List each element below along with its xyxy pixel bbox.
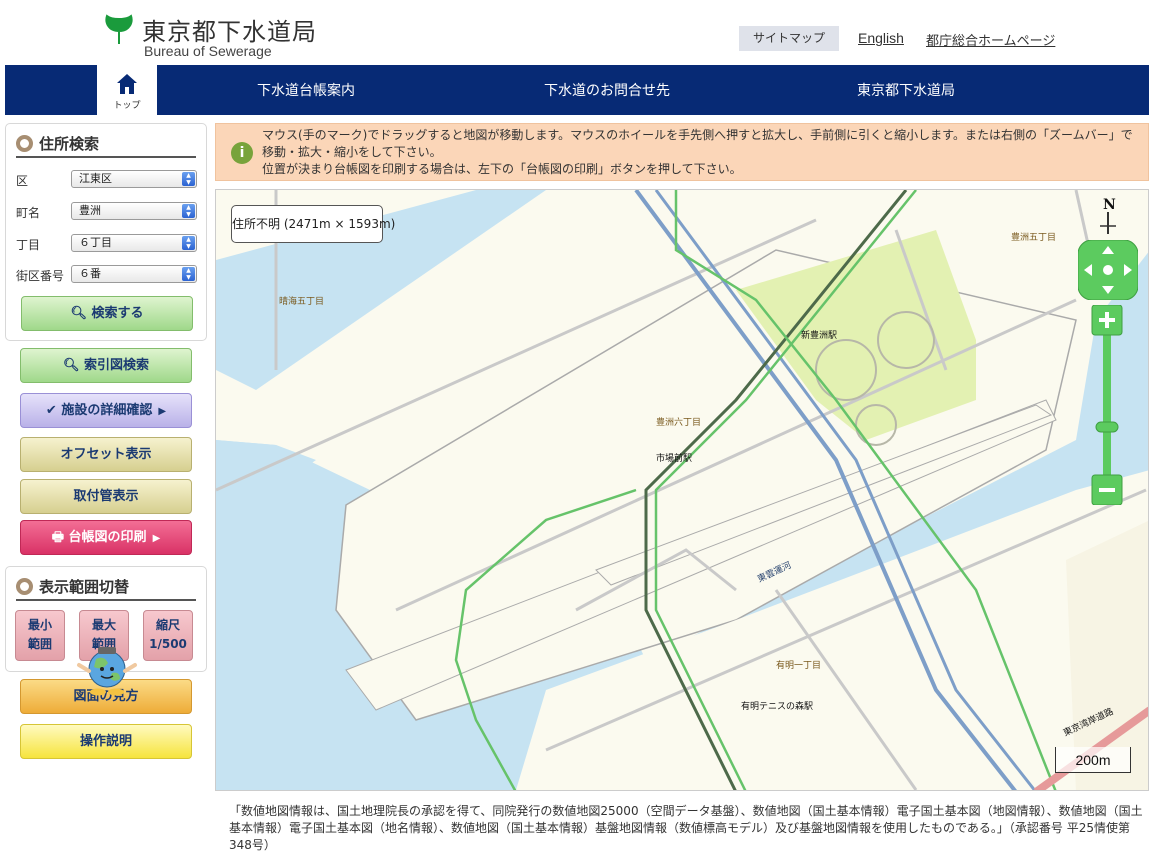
search-button[interactable]: 🔍︎ 検索する bbox=[21, 296, 193, 331]
nav-item-bureau[interactable]: 東京都下水道局 bbox=[857, 80, 955, 100]
attached-pipe-button[interactable]: 取付管表示 bbox=[20, 479, 192, 514]
compass-icon: N bbox=[1100, 197, 1116, 234]
info-line-2: 位置が決まり台帳図を印刷する場合は、左下の「台帳図の印刷」ボタンを押して下さい。 bbox=[262, 162, 742, 176]
facility-detail-button[interactable]: ✔ 施設の詳細確認 ▶ bbox=[20, 393, 192, 428]
map-label-harumi5: 晴海五丁目 bbox=[279, 297, 325, 307]
map-credit-note: 「数値地図情報は、国土地理院長の承認を得て、同院発行の数値地図25000（空間デ… bbox=[229, 804, 1143, 852]
pan-control[interactable] bbox=[1078, 240, 1138, 300]
scale-500-button[interactable]: 縮尺 1/500 bbox=[143, 610, 193, 661]
global-nav: トップ 下水道台帳案内 下水道のお問合せ先 東京都下水道局 bbox=[5, 65, 1149, 115]
chome-label: 丁目 bbox=[16, 238, 41, 252]
select-arrows-icon: ▲ ▼ bbox=[182, 267, 195, 281]
triangle-right-icon: ▶ bbox=[152, 533, 161, 544]
info-icon: i bbox=[231, 142, 253, 164]
select-arrows-icon: ▲ ▼ bbox=[182, 236, 195, 250]
town-select[interactable]: 豊洲 ▲ ▼ bbox=[71, 202, 197, 220]
english-link[interactable]: English bbox=[858, 30, 904, 46]
map-viewport[interactable]: 住所不明 (2471m × 1593m) 晴海五丁目 豊洲五丁目 新豊洲駅 豊洲… bbox=[215, 189, 1149, 791]
chome-select[interactable]: ６丁目 ▲ ▼ bbox=[71, 234, 197, 252]
index-search-button[interactable]: 🔍︎ 索引図検索 bbox=[20, 348, 192, 383]
print-ledger-button[interactable]: 🖶 台帳図の印刷 ▶ bbox=[20, 520, 192, 555]
info-message: i マウス(手のマーク)でドラッグすると地図が移動します。マウスのホイールを手先… bbox=[215, 123, 1149, 181]
nav-item-contact[interactable]: 下水道のお問合せ先 bbox=[544, 80, 670, 100]
town-label: 町名 bbox=[16, 206, 41, 220]
home-icon bbox=[117, 74, 137, 94]
block-select[interactable]: ６番 ▲ ▼ bbox=[71, 265, 197, 283]
sitemap-button[interactable]: サイトマップ bbox=[739, 26, 839, 51]
offset-display-button[interactable]: オフセット表示 bbox=[20, 437, 192, 472]
divider bbox=[16, 156, 196, 158]
ward-select[interactable]: 江東区 ▲ ▼ bbox=[71, 170, 197, 188]
tocho-home-link[interactable]: 都庁総合ホームページ bbox=[926, 30, 1055, 49]
address-popup: 住所不明 (2471m × 1593m) bbox=[231, 205, 395, 243]
display-range-title: 表示範囲切替 bbox=[16, 576, 129, 597]
site-header: 東京都下水道局 Bureau of Sewerage サイトマップ Englis… bbox=[0, 0, 1154, 65]
printer-icon: 🖶 bbox=[51, 530, 65, 545]
info-text: マウス(手のマーク)でドラッグすると地図が移動します。マウスのホイールを手先側へ… bbox=[262, 127, 1142, 178]
select-arrows-icon: ▲ ▼ bbox=[182, 172, 195, 186]
map-label-tennis-station: 有明テニスの森駅 bbox=[741, 702, 814, 712]
address-search-panel: 住所検索 区 江東区 ▲ ▼ 町名 豊洲 ▲ ▼ 丁目 ６丁目 ▲ ▼ 街区番号 ６番 ▲ ▼ … bbox=[5, 123, 207, 341]
map-label-shijomae-station: 市場前駅 bbox=[656, 454, 693, 464]
logo-japanese: 東京都下水道局 bbox=[142, 18, 317, 46]
divider bbox=[16, 599, 196, 601]
map-label-shintoyosu-station: 新豊洲駅 bbox=[801, 331, 838, 341]
svg-text:N: N bbox=[1103, 197, 1116, 213]
map-label-toyosu5: 豊洲五丁目 bbox=[1011, 233, 1057, 243]
select-arrows-icon: ▲ ▼ bbox=[182, 204, 195, 218]
mascot-image bbox=[77, 647, 137, 696]
nav-item-ledger-guide[interactable]: 下水道台帳案内 bbox=[257, 80, 355, 100]
map-label-ariake1: 有明一丁目 bbox=[776, 661, 822, 671]
ginkgo-leaf-icon bbox=[105, 14, 133, 44]
logo-english: Bureau of Sewerage bbox=[144, 43, 272, 59]
search-icon: 🔍︎ bbox=[70, 306, 87, 321]
scale-bar: 200m bbox=[1055, 747, 1131, 773]
info-line-1: マウス(手のマーク)でドラッグすると地図が移動します。マウスのホイールを手先側へ… bbox=[262, 128, 1133, 159]
map-base bbox=[216, 190, 1148, 790]
manual-button[interactable]: 操作説明 bbox=[20, 724, 192, 759]
nav-home-label: トップ bbox=[113, 101, 141, 111]
triangle-right-icon: ▶ bbox=[158, 406, 167, 417]
search-icon: 🔍︎ bbox=[62, 358, 80, 373]
nav-home-button[interactable]: トップ bbox=[97, 65, 157, 115]
check-circle-icon: ✔ bbox=[45, 403, 57, 418]
address-search-title: 住所検索 bbox=[16, 133, 99, 154]
map-label-toyosu6: 豊洲六丁目 bbox=[656, 418, 702, 428]
min-range-button[interactable]: 最小 範囲 bbox=[15, 610, 65, 661]
circle-bullet-icon bbox=[16, 578, 33, 595]
block-label: 街区番号 bbox=[16, 269, 65, 283]
ward-label: 区 bbox=[16, 174, 29, 188]
zoom-bar[interactable] bbox=[1091, 305, 1123, 505]
circle-bullet-icon bbox=[16, 135, 33, 152]
